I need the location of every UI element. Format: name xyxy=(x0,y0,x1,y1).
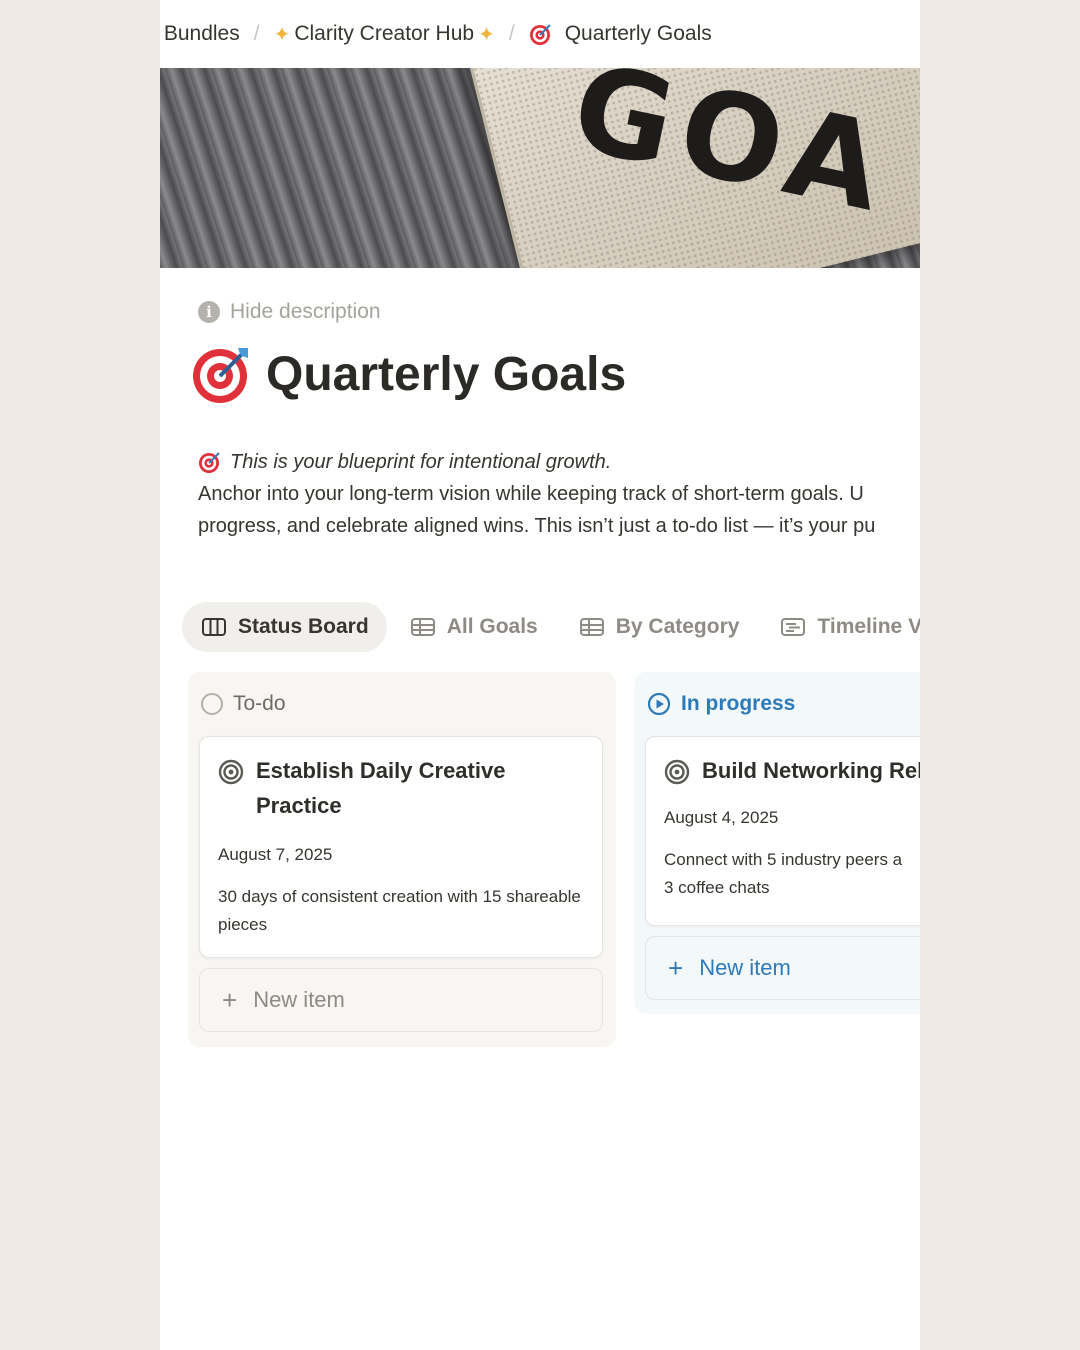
page: / Bundles / ✦ Clarity Creator Hub ✦ / Qu… xyxy=(160,0,920,1350)
target-dart-icon[interactable] xyxy=(192,344,252,404)
board-column-in-progress: In progress Build Networking Rel August … xyxy=(634,672,920,1014)
card-description-line: 3 coffee chats xyxy=(664,878,770,897)
card-title: Build Networking Rel xyxy=(702,758,920,783)
card-title: Establish Daily Creative Practice xyxy=(256,758,506,818)
column-header-todo[interactable]: To-do xyxy=(199,672,605,736)
hide-description-toggle[interactable]: i Hide description xyxy=(198,300,381,324)
target-icon xyxy=(218,759,244,785)
view-tabs: Status Board All Goals By Category Timel… xyxy=(182,602,920,652)
sparkle-icon: ✦ xyxy=(478,23,495,46)
target-icon xyxy=(664,759,690,785)
description-line: Anchor into your long-term vision while … xyxy=(198,483,864,505)
card-date: August 7, 2025 xyxy=(218,845,333,864)
new-item-button[interactable]: + New item xyxy=(645,936,920,1000)
description-tagline: This is your blueprint for intentional g… xyxy=(198,446,920,478)
tab-label: By Category xyxy=(615,615,740,638)
column-label: In progress xyxy=(681,692,796,715)
card-description-line: Connect with 5 industry peers a xyxy=(664,850,903,869)
card-description: 30 days of consistent creation with 15 s… xyxy=(218,887,581,934)
breadcrumb-label: Bundles xyxy=(163,22,240,45)
description-line: progress, and celebrate aligned wins. Th… xyxy=(198,515,876,537)
page-title-row: Quarterly Goals xyxy=(192,344,626,404)
goal-card[interactable]: Establish Daily Creative Practice August… xyxy=(199,736,603,958)
breadcrumb-separator: / xyxy=(508,22,515,45)
new-item-label: New item xyxy=(699,955,791,980)
target-dart-icon xyxy=(199,452,220,473)
status-empty-circle-icon xyxy=(201,693,223,715)
tagline-text: This is your blueprint for intentional g… xyxy=(230,451,612,473)
tab-label: All Goals xyxy=(446,615,538,638)
plus-icon: + xyxy=(668,953,684,983)
table-icon xyxy=(410,618,435,636)
sparkle-icon: ✦ xyxy=(273,23,291,46)
new-item-button[interactable]: + New item xyxy=(199,968,603,1032)
hide-description-label: Hide description xyxy=(230,300,381,323)
breadcrumb-separator: / xyxy=(253,22,260,45)
cover-image[interactable]: GOA xyxy=(160,68,920,268)
tab-status-board[interactable]: Status Board xyxy=(182,602,387,652)
page-title: Quarterly Goals xyxy=(266,347,627,401)
plus-icon: + xyxy=(222,985,238,1015)
info-icon: i xyxy=(198,301,220,323)
column-label: To-do xyxy=(233,692,286,715)
timeline-icon xyxy=(781,618,806,636)
breadcrumb: / Bundles / ✦ Clarity Creator Hub ✦ / Qu… xyxy=(160,0,920,68)
breadcrumb-label: Quarterly Goals xyxy=(564,22,712,45)
new-item-label: New item xyxy=(253,987,345,1012)
tab-by-category[interactable]: By Category xyxy=(560,602,758,652)
board-icon xyxy=(202,618,226,636)
tab-all-goals[interactable]: All Goals xyxy=(391,602,556,652)
table-icon xyxy=(579,618,604,636)
breadcrumb-item-bundles[interactable]: / Bundles xyxy=(160,22,240,46)
tab-timeline-view[interactable]: Timeline Vie xyxy=(761,602,920,652)
in-progress-icon xyxy=(647,692,671,716)
column-header-in-progress[interactable]: In progress xyxy=(645,672,920,736)
tab-label: Timeline Vie xyxy=(817,615,920,638)
breadcrumb-item-clarity-creator-hub[interactable]: ✦ Clarity Creator Hub ✦ xyxy=(274,22,495,47)
page-description: This is your blueprint for intentional g… xyxy=(198,446,920,542)
board-column-todo: To-do Establish Daily Creative Practice … xyxy=(188,672,616,1047)
goal-card[interactable]: Build Networking Rel August 4, 2025 Conn… xyxy=(645,736,920,926)
target-dart-icon xyxy=(529,24,551,45)
card-description: Connect with 5 industry peers a 3 coffee… xyxy=(664,846,920,902)
card-title-row: Build Networking Rel xyxy=(664,753,920,788)
card-date: August 4, 2025 xyxy=(664,808,779,827)
tab-label: Status Board xyxy=(238,615,369,638)
card-title-row: Establish Daily Creative Practice xyxy=(218,753,584,823)
breadcrumb-item-quarterly-goals[interactable]: Quarterly Goals xyxy=(529,22,712,46)
breadcrumb-label: Clarity Creator Hub xyxy=(294,22,475,45)
